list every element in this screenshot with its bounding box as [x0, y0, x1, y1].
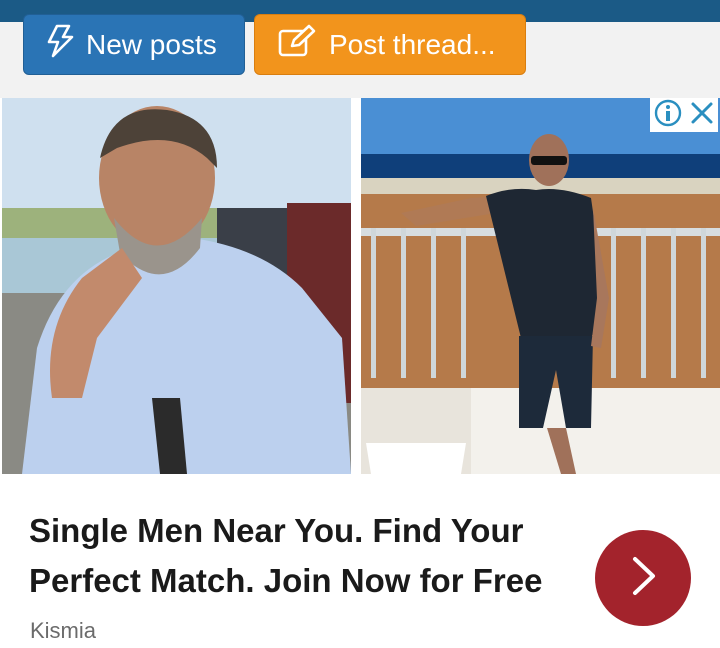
ad-card[interactable]: Single Men Near You. Find Your Perfect M…	[0, 98, 720, 648]
ad-cta-button[interactable]	[595, 530, 691, 626]
info-icon[interactable]	[654, 99, 682, 132]
post-thread-label: Post thread...	[329, 28, 496, 60]
ad-headline-line-1: Single Men Near You. Find Your	[29, 512, 524, 549]
ad-photo-right[interactable]	[361, 98, 720, 474]
post-thread-button[interactable]: Post thread...	[254, 14, 526, 75]
new-posts-label: New posts	[86, 28, 217, 60]
ad-headline[interactable]: Single Men Near You. Find Your Perfect M…	[29, 506, 589, 606]
ad-headline-line-2: Perfect Match. Join Now for Free	[29, 562, 543, 599]
ad-photo-left[interactable]	[2, 98, 351, 474]
lightning-bolt-icon	[46, 24, 86, 65]
adchoices-badge[interactable]	[650, 98, 718, 132]
close-icon[interactable]	[689, 100, 715, 131]
chevron-right-icon	[623, 553, 663, 604]
ad-advertiser: Kismia	[30, 618, 97, 643]
edit-icon	[277, 24, 329, 65]
new-posts-button[interactable]: New posts	[23, 14, 245, 75]
